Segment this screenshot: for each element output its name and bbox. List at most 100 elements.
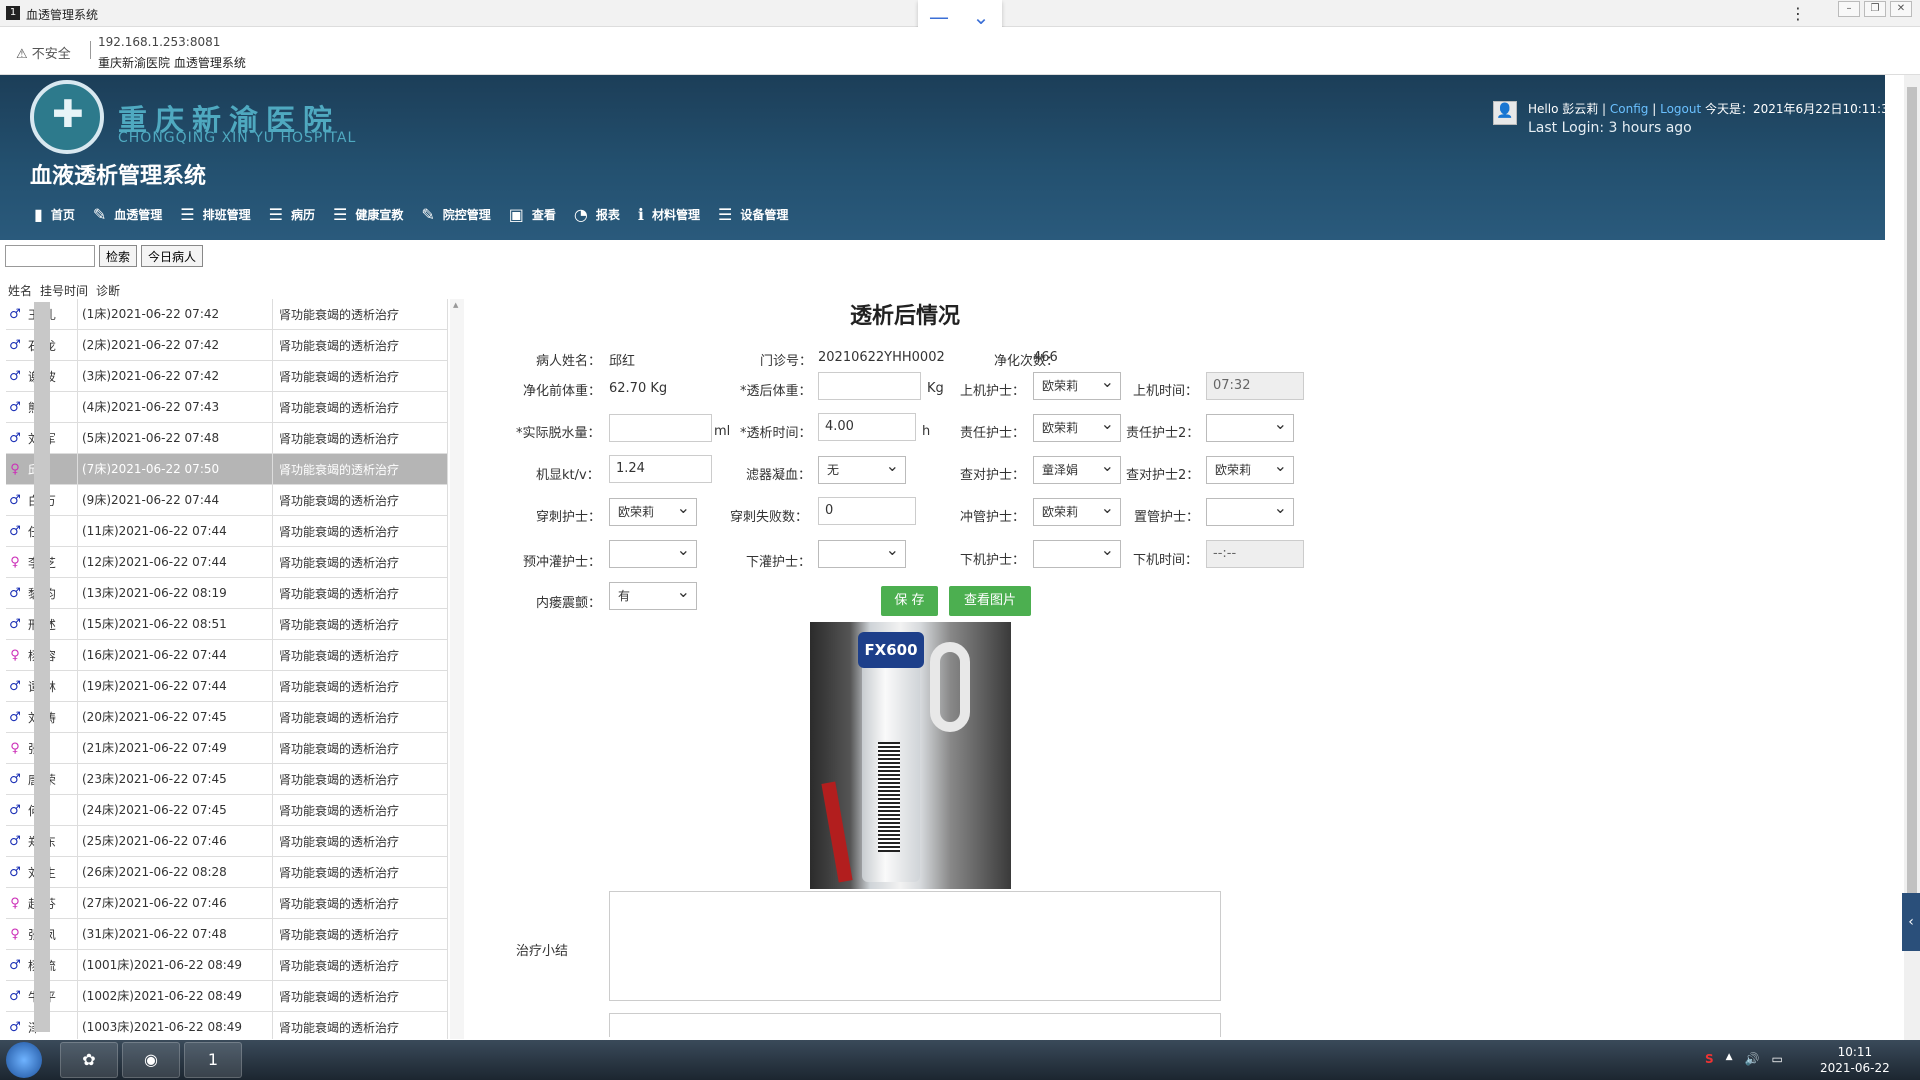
clock-date: 2021-06-22	[1820, 1061, 1890, 1075]
menu-dots-icon[interactable]: ⋮	[1790, 4, 1806, 23]
patient-diagnosis: 肾功能衰竭的透析治疗	[279, 834, 400, 849]
nav-item-0[interactable]: ▮ 首页	[30, 199, 89, 229]
nav-item-5[interactable]: ✎ 院控管理	[417, 199, 504, 229]
patient-bed-time: (25床)2021-06-22 07:46	[77, 826, 273, 856]
address-bar: ⚠ 不安全 192.168.1.253:8081 重庆新渝医院 血透管理系统	[0, 27, 1920, 75]
off-nurse-select[interactable]	[1033, 537, 1121, 568]
filter-photo[interactable]: FX600	[810, 622, 1011, 889]
clock[interactable]: 10:11 2021-06-22	[1820, 1044, 1890, 1076]
off-nurse-label: 下机护士：	[960, 553, 1026, 568]
patient-diagnosis: 肾功能衰竭的透析治疗	[279, 338, 400, 353]
puncture-fail-input[interactable]: 0	[818, 497, 916, 525]
patient-row[interactable]: ♂任(11床)2021-06-22 07:44肾功能衰竭的透析治疗	[6, 516, 447, 547]
close-icon[interactable]: ✕	[1890, 1, 1912, 17]
patient-bed-time: (13床)2021-06-22 08:19	[77, 578, 273, 608]
patient-row[interactable]: ♂谭 林(19床)2021-06-22 07:44肾功能衰竭的透析治疗	[6, 671, 447, 702]
fistula-select[interactable]: 有	[609, 579, 697, 610]
on-time-input[interactable]: 07:32	[1206, 372, 1304, 400]
minimize-icon[interactable]: –	[1838, 1, 1860, 17]
patient-row[interactable]: ♂何(24床)2021-06-22 07:45肾功能衰竭的透析治疗	[6, 795, 447, 826]
patient-row[interactable]: ♂唐 荣(23床)2021-06-22 07:45肾功能衰竭的透析治疗	[6, 764, 447, 795]
network-icon[interactable]: ▭	[1772, 1052, 1783, 1066]
ktv-input[interactable]: 1.24	[609, 455, 712, 483]
patient-row[interactable]: ♂刘 生(26床)2021-06-22 08:28肾功能衰竭的透析治疗	[6, 857, 447, 888]
nav-item-4[interactable]: ☰ 健康宣教	[329, 199, 417, 229]
patient-bed-time: (7床)2021-06-22 07:50	[77, 454, 273, 484]
search-button[interactable]: 检索	[99, 245, 138, 267]
page-scroll-thumb[interactable]	[1907, 87, 1917, 927]
patient-row[interactable]: ♂刘 军(5床)2021-06-22 07:48肾功能衰竭的透析治疗	[6, 423, 447, 454]
nav-item-label: 设备管理	[740, 207, 789, 222]
nav-item-3[interactable]: ☰ 病历	[265, 199, 329, 229]
patient-name-label: 病人姓名：	[536, 354, 602, 369]
resp-nurse-select[interactable]: 欧荣莉	[1033, 411, 1121, 442]
dialysis-time-input[interactable]: 4.00	[818, 413, 916, 441]
patient-row[interactable]: ♂郑 东(25床)2021-06-22 07:46肾功能衰竭的透析治疗	[6, 826, 447, 857]
on-nurse-select[interactable]: 欧荣莉	[1033, 369, 1121, 400]
config-link[interactable]: Config	[1610, 102, 1649, 116]
patient-row[interactable]: ♂刘 涛(20床)2021-06-22 07:45肾功能衰竭的透析治疗	[6, 702, 447, 733]
patient-row[interactable]: ♀赵 芬(27床)2021-06-22 07:46肾功能衰竭的透析治疗	[6, 888, 447, 919]
view-photo-button[interactable]: 查看图片	[949, 586, 1031, 616]
resp-nurse2-select[interactable]	[1206, 411, 1294, 442]
patient-row[interactable]: ♂熊(4床)2021-06-22 07:43肾功能衰竭的透析治疗	[6, 392, 447, 423]
post-weight-input[interactable]	[818, 372, 921, 400]
url-text[interactable]: 192.168.1.253:8081	[98, 35, 220, 49]
check-nurse2-select[interactable]: 欧荣莉	[1206, 453, 1294, 484]
check-nurse2-label: 查对护士2：	[1126, 468, 1200, 483]
volume-icon[interactable]: 🔊	[1745, 1052, 1760, 1066]
nav-item-2[interactable]: ☰ 排班管理	[176, 199, 264, 229]
patient-row[interactable]: ♂杨 流(1001床)2021-06-22 08:49肾功能衰竭的透析治疗	[6, 950, 447, 981]
start-button[interactable]	[6, 1042, 42, 1078]
preflush-nurse-select[interactable]	[609, 537, 697, 568]
patient-row[interactable]: ♂黎 均(13床)2021-06-22 08:19肾功能衰竭的透析治疗	[6, 578, 447, 609]
patient-row[interactable]: ♂王 礼(1床)2021-06-22 07:42肾功能衰竭的透析治疗	[6, 299, 447, 330]
off-time-input[interactable]: --:--	[1206, 540, 1304, 568]
summary-textarea[interactable]	[609, 891, 1221, 1001]
nav-item-6[interactable]: ▣ 查看	[505, 199, 570, 229]
check-nurse-select[interactable]: 童泽娟	[1033, 453, 1121, 484]
patient-row[interactable]: ♀张 凤(31床)2021-06-22 07:48肾功能衰竭的透析治疗	[6, 919, 447, 950]
filter-clot-select[interactable]: 无	[818, 453, 906, 484]
nav-item-9[interactable]: ☰ 设备管理	[714, 199, 802, 229]
actual-uf-input[interactable]	[609, 414, 712, 442]
taskbar-app-colorful[interactable]: ✿	[60, 1042, 118, 1078]
patient-row[interactable]: ♂石 龙(2床)2021-06-22 07:42肾功能衰竭的透析治疗	[6, 330, 447, 361]
patient-row[interactable]: ♂牛 平(1002床)2021-06-22 08:49肾功能衰竭的透析治疗	[6, 981, 447, 1012]
tube-nurse-select[interactable]	[1206, 495, 1294, 526]
patient-row[interactable]: ♀邱(7床)2021-06-22 07:50肾功能衰竭的透析治疗	[6, 454, 447, 485]
patient-bed-time: (9床)2021-06-22 07:44	[77, 485, 273, 515]
male-icon: ♂	[9, 368, 21, 384]
nav-item-8[interactable]: ℹ 材料管理	[634, 199, 714, 229]
puncture-fail-label: 穿刺失败数：	[730, 510, 809, 525]
nav-item-1[interactable]: ✎ 血透管理	[89, 199, 176, 229]
patient-row[interactable]: ♂泽(1003床)2021-06-22 08:49肾功能衰竭的透析治疗	[6, 1012, 447, 1039]
nav-item-label: 血透管理	[114, 207, 163, 222]
patient-bed-time: (3床)2021-06-22 07:42	[77, 361, 273, 391]
patient-list-scrollbar[interactable]	[450, 299, 464, 1039]
search-input[interactable]	[5, 245, 95, 267]
flush-nurse-select[interactable]: 欧荣莉	[1033, 495, 1121, 526]
patient-row[interactable]: ♀张(21床)2021-06-22 07:49肾功能衰竭的透析治疗	[6, 733, 447, 764]
nav-item-7[interactable]: ◔ 报表	[570, 199, 634, 229]
patient-row[interactable]: ♀杨 容(16床)2021-06-22 07:44肾功能衰竭的透析治疗	[6, 640, 447, 671]
taskbar-app-1[interactable]: 1	[184, 1042, 242, 1078]
patient-row[interactable]: ♂邢 述(15床)2021-06-22 08:51肾功能衰竭的透析治疗	[6, 609, 447, 640]
tray-expand-icon[interactable]: ▲	[1726, 1052, 1733, 1066]
side-collapse-tab[interactable]: ‹	[1902, 893, 1920, 951]
logout-link[interactable]: Logout	[1660, 102, 1701, 116]
today-patients-button[interactable]: 今日病人	[141, 245, 204, 267]
patient-row[interactable]: ♂白 万(9床)2021-06-22 07:44肾功能衰竭的透析治疗	[6, 485, 447, 516]
patient-row[interactable]: ♂谢 波(3床)2021-06-22 07:42肾功能衰竭的透析治疗	[6, 361, 447, 392]
patient-row[interactable]: ♀李 芝(12床)2021-06-22 07:44肾功能衰竭的透析治疗	[6, 547, 447, 578]
patient-diagnosis: 肾功能衰竭的透析治疗	[279, 586, 400, 601]
unload-nurse-select[interactable]	[818, 537, 906, 568]
taskbar-chrome[interactable]: ◉	[122, 1042, 180, 1078]
puncture-nurse-select[interactable]: 欧荣莉	[609, 495, 697, 526]
security-warning[interactable]: ⚠ 不安全	[16, 43, 71, 62]
second-textarea[interactable]	[609, 1013, 1221, 1037]
restore-icon[interactable]: ❐	[1864, 1, 1886, 17]
filter-clot-label: 滤器凝血：	[746, 468, 812, 483]
ime-icon[interactable]: S	[1705, 1052, 1714, 1066]
save-button[interactable]: 保 存	[881, 586, 938, 616]
